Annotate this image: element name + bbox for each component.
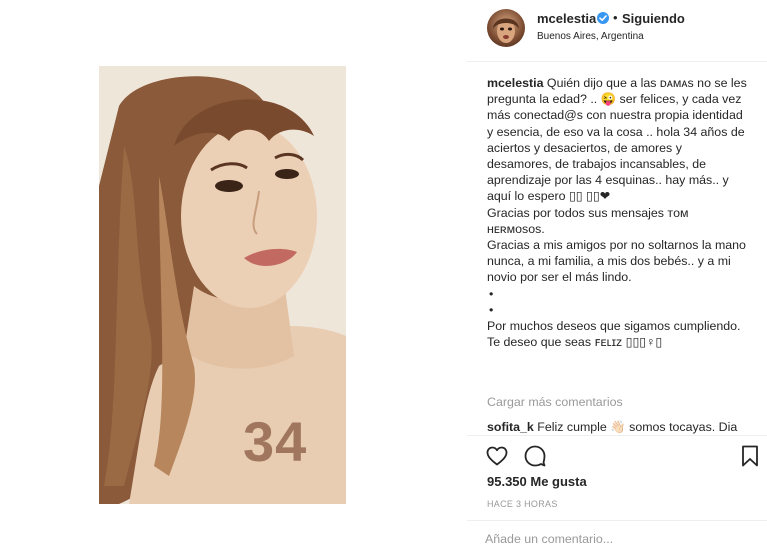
caption-bullet-2: • [489, 302, 494, 317]
likes-count[interactable]: 95.350 Me gusta [487, 474, 587, 489]
header-username[interactable]: mcelestia [537, 11, 596, 26]
post-side-panel: mcelestia • Siguiendo Buenos Aires, Arge… [467, 0, 767, 549]
following-button[interactable]: Siguiendo [622, 11, 685, 26]
avatar-image [493, 18, 519, 43]
post-media-area: 34 [0, 0, 467, 549]
load-more-comments-link[interactable]: Cargar más comentarios [487, 395, 623, 409]
post-actions-bar [467, 435, 767, 475]
post-photo[interactable]: 34 [99, 66, 346, 504]
post-header: mcelestia • Siguiendo Buenos Aires, Arge… [467, 0, 767, 62]
caption-paragraph-3: Gracias a mis amigos por no soltarnos la… [487, 238, 746, 285]
caption-paragraph: mcelestia Quién dijo que a las ᴅᴀᴍᴀs no … [487, 75, 749, 205]
heart-icon[interactable] [485, 444, 509, 468]
speech-bubble-icon[interactable] [523, 444, 547, 468]
bookmark-icon[interactable] [739, 444, 761, 468]
header-separator: • [613, 10, 618, 25]
comment-item: sofita_k Feliz cumple 👋🏻 somos tocayas. … [487, 420, 749, 434]
caption-bullet-1: • [489, 286, 494, 301]
comment-text: Feliz cumple 👋🏻 somos tocayas. Dia [533, 420, 738, 434]
caption-text: Quién dijo que a las ᴅᴀᴍᴀs no se les pre… [487, 76, 747, 204]
add-comment-input[interactable] [485, 530, 745, 548]
add-comment-bar [467, 520, 767, 549]
verified-badge-icon [597, 12, 609, 24]
avatar[interactable] [487, 9, 525, 47]
portrait-illustration [99, 66, 346, 504]
caption-paragraph-2: Gracias por todos sus mensajes ᴛᴏᴍ ʜᴇʀᴍᴏ… [487, 205, 689, 236]
caption-paragraph-4: Por muchos deseos que sigamos cumpliendo… [487, 319, 741, 350]
comment-username[interactable]: sofita_k [487, 420, 534, 434]
caption-username[interactable]: mcelestia [487, 76, 543, 90]
post-timestamp[interactable]: HACE 3 HORAS [487, 499, 558, 509]
comments-list: mcelestia Quién dijo que a las ᴅᴀᴍᴀs no … [487, 75, 749, 425]
location-link[interactable]: Buenos Aires, Argentina [537, 31, 644, 42]
photo-overlay-number: 34 [243, 410, 308, 473]
